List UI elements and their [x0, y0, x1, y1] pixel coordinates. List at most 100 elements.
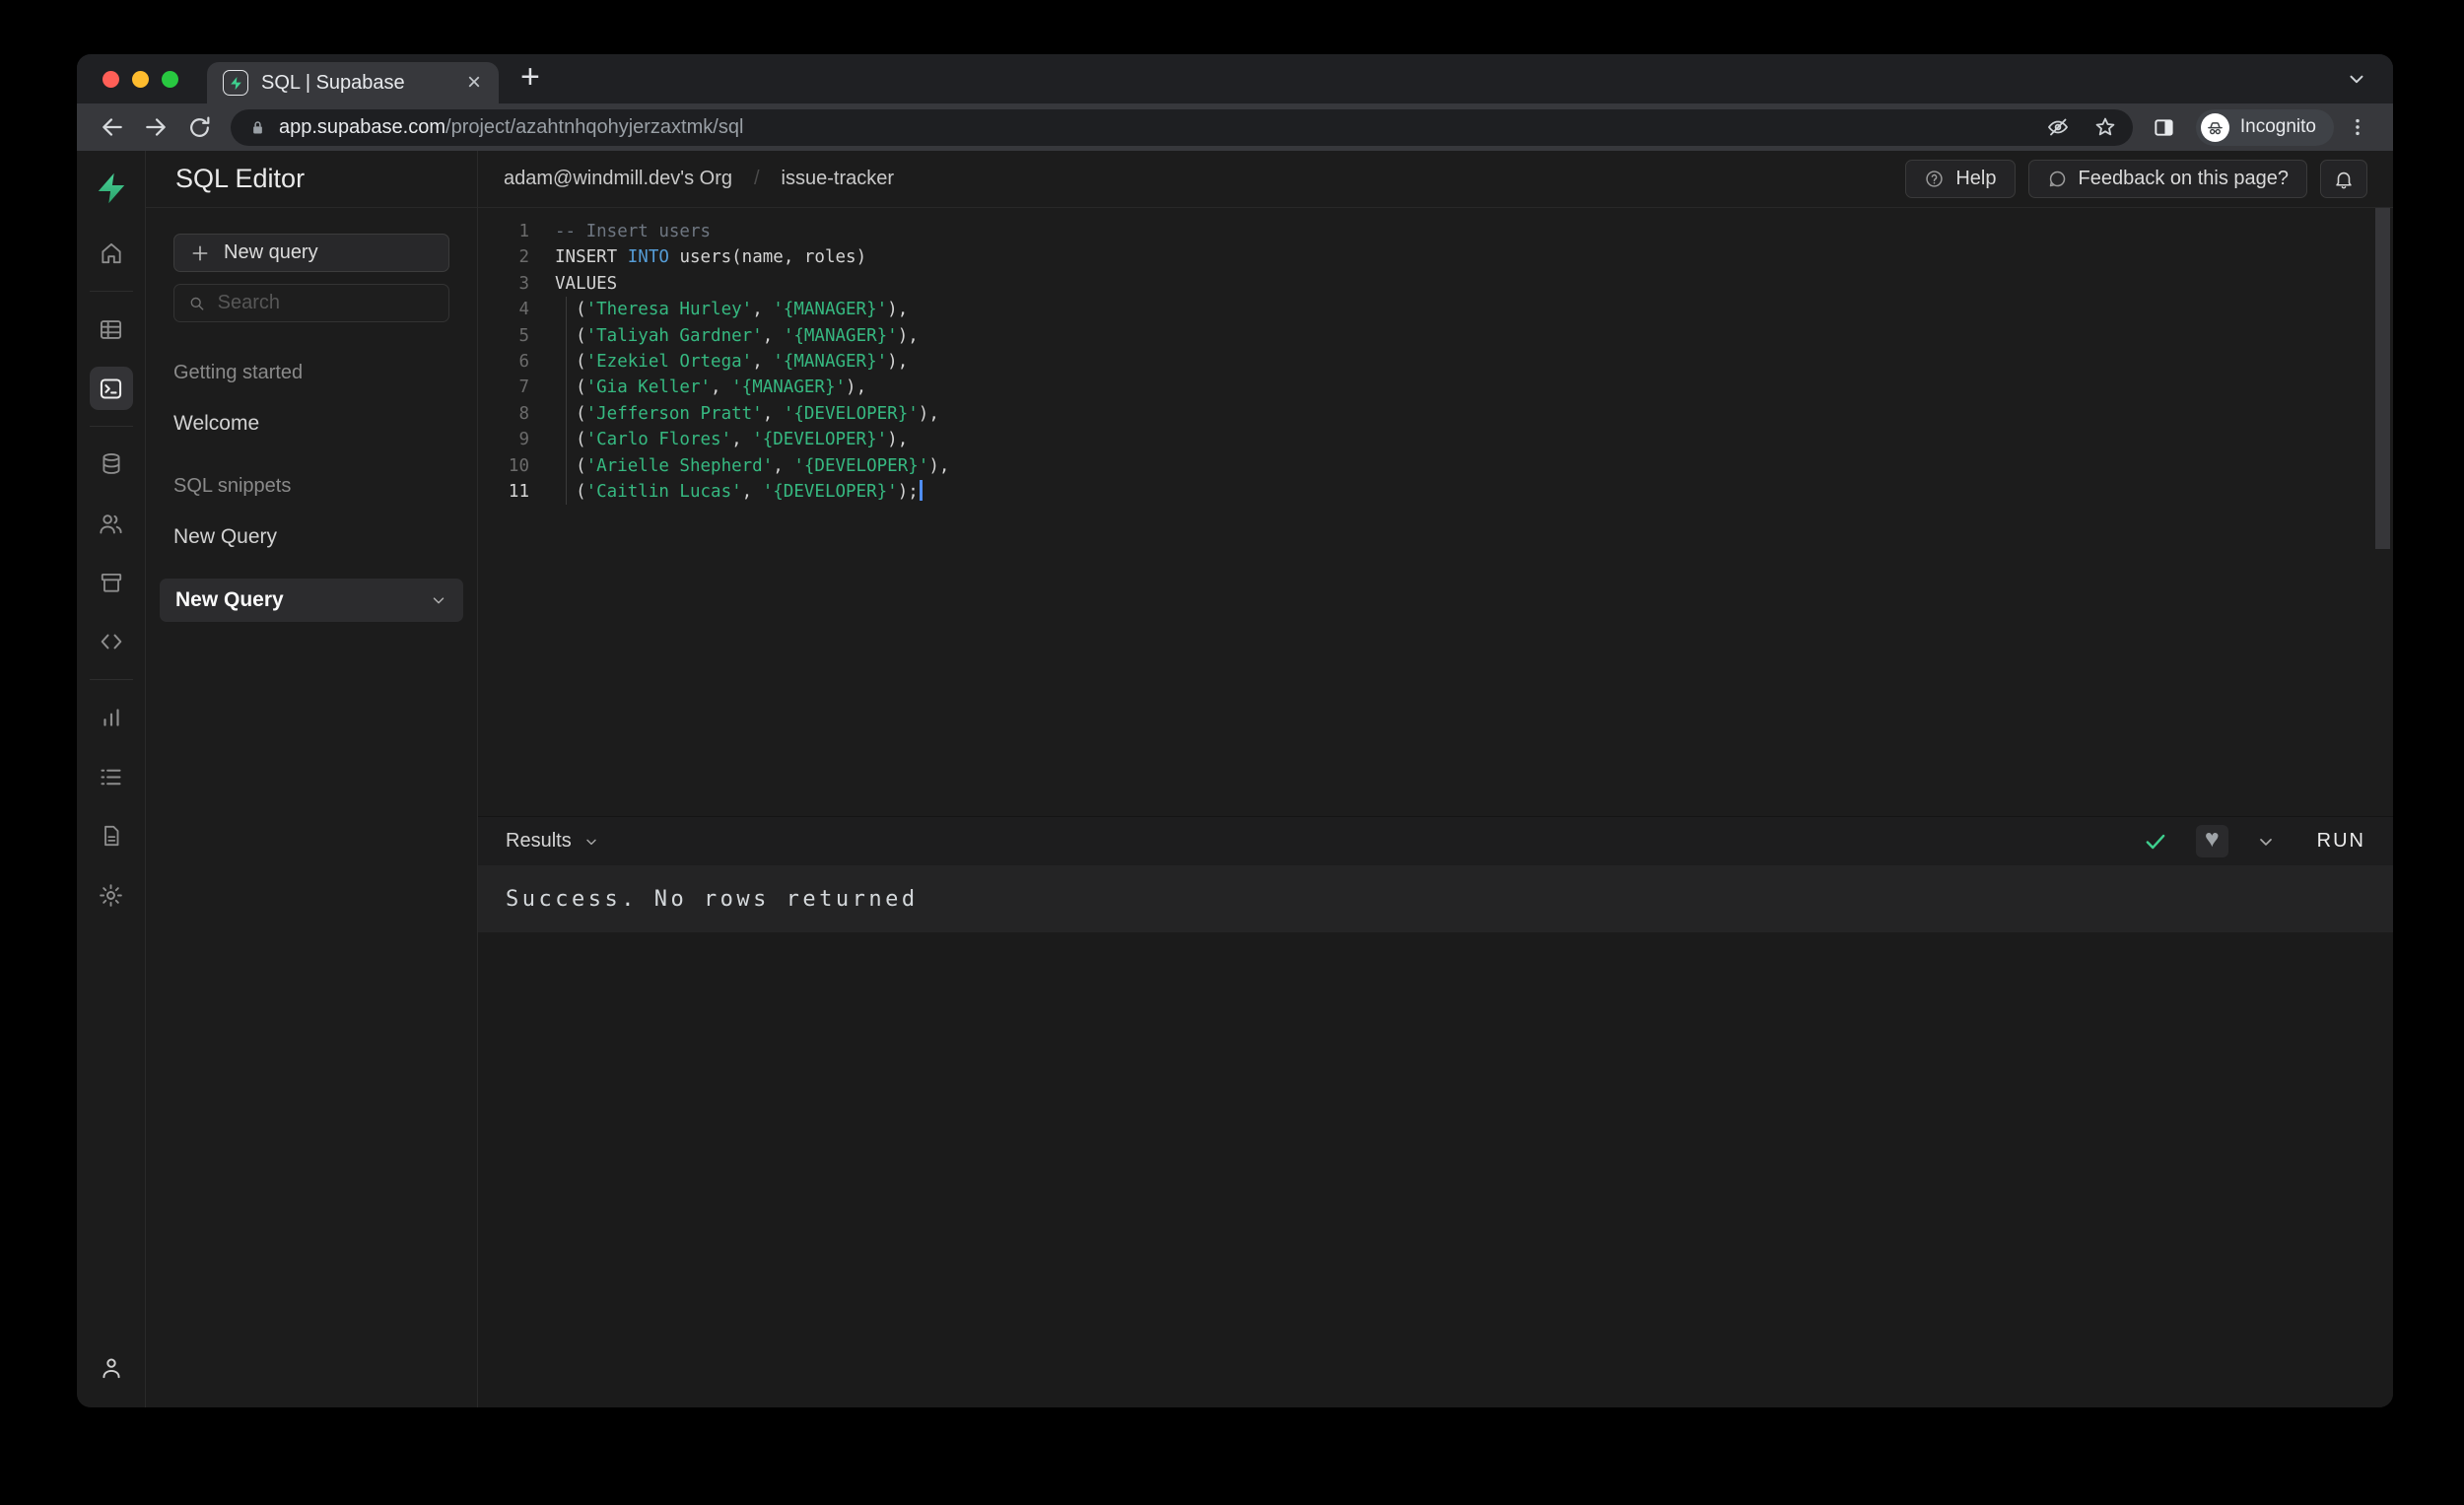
favorite-heart-icon[interactable]: ♥	[2195, 825, 2228, 857]
chevron-down-icon[interactable]	[430, 591, 447, 609]
rail-logs-button[interactable]	[90, 755, 133, 798]
eye-off-icon[interactable]	[2040, 109, 2076, 145]
main-panel: adam@windmill.dev's Org / issue-tracker …	[478, 151, 2393, 1407]
url-bar[interactable]: app.supabase.com/project/azahtnhqohyjerz…	[231, 108, 2133, 146]
rail-storage-button[interactable]	[90, 561, 133, 604]
results-dropdown[interactable]: Results	[506, 830, 599, 853]
chevron-down-icon	[586, 839, 596, 845]
code-line-content: ('Caitlin Lucas', '{DEVELOPER}');	[555, 478, 923, 506]
code-token: '{MANAGER}'	[731, 377, 847, 398]
search-input[interactable]	[217, 292, 435, 314]
rail-api-button[interactable]	[90, 620, 133, 663]
sql-editor-sidebar: SQL Editor New query Search Getting star…	[146, 151, 478, 1407]
breadcrumb-org[interactable]: adam@windmill.dev's Org	[504, 168, 732, 190]
section-label-sql-snippets: SQL snippets	[173, 475, 292, 497]
code-token: ,	[762, 403, 784, 424]
code-token: ),	[887, 351, 909, 372]
reload-button[interactable]	[179, 107, 219, 147]
rail-database-button[interactable]	[90, 443, 133, 486]
rail-divider	[89, 291, 133, 292]
code-line[interactable]: 1 -- Insert users	[478, 219, 2393, 244]
code-line[interactable]: 7 ('Gia Keller', '{MANAGER}'),	[478, 375, 2393, 401]
side-panel-icon[interactable]	[2145, 107, 2184, 147]
chevron-down-icon[interactable]	[2256, 832, 2276, 852]
rail-auth-button[interactable]	[90, 502, 133, 545]
indent-guide	[566, 322, 567, 349]
new-tab-button[interactable]: +	[520, 60, 540, 98]
search-icon	[190, 297, 204, 310]
tab-close-icon[interactable]: ×	[465, 71, 483, 95]
rail-docs-button[interactable]	[90, 814, 133, 857]
code-line[interactable]: 8 ('Jefferson Pratt', '{DEVELOPER}'),	[478, 400, 2393, 428]
new-query-button[interactable]: New query	[173, 234, 449, 272]
rail-settings-button[interactable]	[90, 873, 133, 917]
code-token: ),	[846, 377, 867, 398]
sidebar-item-new-query-active[interactable]: New Query	[160, 579, 463, 622]
forward-button[interactable]	[136, 107, 175, 147]
code-token: (	[555, 430, 586, 450]
rail-divider	[89, 426, 133, 427]
sql-code-editor[interactable]: 1 -- Insert users 2 INSERT INTO users(name,…	[478, 208, 2393, 816]
code-token: -- Insert users	[555, 222, 712, 241]
gear-icon	[100, 883, 122, 907]
sidebar-item-welcome[interactable]: Welcome	[173, 412, 449, 436]
code-token: ,	[773, 455, 794, 476]
breadcrumb-project[interactable]: issue-tracker	[782, 168, 894, 190]
supabase-logo[interactable]	[94, 171, 129, 206]
code-line[interactable]: 2 INSERT INTO users(name, roles)	[478, 244, 2393, 270]
rail-account-button[interactable]	[90, 1346, 133, 1390]
code-line[interactable]: 10 ('Arielle Shepherd', '{DEVELOPER}'),	[478, 452, 2393, 479]
bookmark-star-icon[interactable]	[2088, 109, 2123, 145]
code-line[interactable]: 11 ('Caitlin Lucas', '{DEVELOPER}');	[478, 478, 2393, 506]
indent-guide	[566, 478, 567, 506]
editor-scrollbar-thumb[interactable]	[2375, 208, 2390, 549]
code-token: 'Theresa Hurley'	[585, 300, 753, 320]
notifications-button[interactable]	[2320, 160, 2367, 198]
close-window-button[interactable]	[103, 71, 119, 88]
code-line[interactable]: 4 ('Theresa Hurley', '{MANAGER}'),	[478, 297, 2393, 323]
search-box[interactable]	[173, 284, 449, 322]
browser-menu-icon[interactable]	[2338, 107, 2377, 147]
browser-tab-active[interactable]: SQL | Supabase ×	[207, 62, 499, 103]
browser-toolbar: app.supabase.com/project/azahtnhqohyjerz…	[77, 103, 2393, 151]
minimize-window-button[interactable]	[132, 71, 149, 88]
feedback-button-label: Feedback on this page?	[2078, 168, 2290, 189]
code-token: );	[897, 481, 919, 502]
code-line[interactable]: 5 ('Taliyah Gardner', '{MANAGER}'),	[478, 322, 2393, 349]
code-token: '{MANAGER}'	[783, 325, 898, 346]
sidebar-item-new-query[interactable]: New Query	[173, 525, 449, 549]
rail-table-editor-button[interactable]	[90, 308, 133, 351]
code-token: ,	[731, 430, 753, 450]
incognito-badge[interactable]: Incognito	[2195, 108, 2334, 146]
code-token: ,	[752, 300, 774, 320]
run-button[interactable]: RUN	[2317, 830, 2365, 853]
indent-guide	[566, 348, 567, 376]
code-token: 'Ezekiel Ortega'	[585, 351, 753, 372]
list-icon	[101, 769, 121, 785]
code-token: '{DEVELOPER}'	[762, 481, 898, 502]
line-number: 1	[518, 222, 529, 241]
code-token: ,	[762, 325, 784, 346]
back-button[interactable]	[93, 107, 132, 147]
indent-guide	[566, 297, 567, 323]
tab-search-chevron-icon[interactable]	[2346, 68, 2367, 90]
code-line[interactable]: 3 VALUES	[478, 271, 2393, 297]
feedback-button[interactable]: Feedback on this page?	[2027, 160, 2307, 198]
editor-scrollbar-track[interactable]	[2375, 208, 2390, 816]
rail-reports-button[interactable]	[90, 696, 133, 739]
code-line[interactable]: 6 ('Ezekiel Ortega', '{MANAGER}'),	[478, 348, 2393, 376]
code-token: 'Taliyah Gardner'	[585, 325, 763, 346]
zoom-window-button[interactable]	[162, 71, 178, 88]
help-button[interactable]: Help	[1905, 160, 2016, 198]
code-line-content: ('Gia Keller', '{MANAGER}'),	[555, 375, 867, 401]
code-line-content: ('Carlo Flores', '{DEVELOPER}'),	[555, 427, 908, 453]
users-icon	[100, 513, 122, 533]
code-line-content: VALUES	[555, 271, 617, 297]
bar-chart-icon	[103, 709, 119, 726]
rail-sql-editor-button[interactable]	[89, 367, 133, 410]
code-line[interactable]: 9 ('Carlo Flores', '{DEVELOPER}'),	[478, 427, 2393, 453]
code-token: '{DEVELOPER}'	[783, 403, 919, 424]
screen: SQL | Supabase × + app.supabase.com/proj…	[0, 0, 2464, 1505]
url-text[interactable]: app.supabase.com/project/azahtnhqohyjerz…	[279, 116, 2028, 139]
rail-home-button[interactable]	[90, 232, 133, 275]
